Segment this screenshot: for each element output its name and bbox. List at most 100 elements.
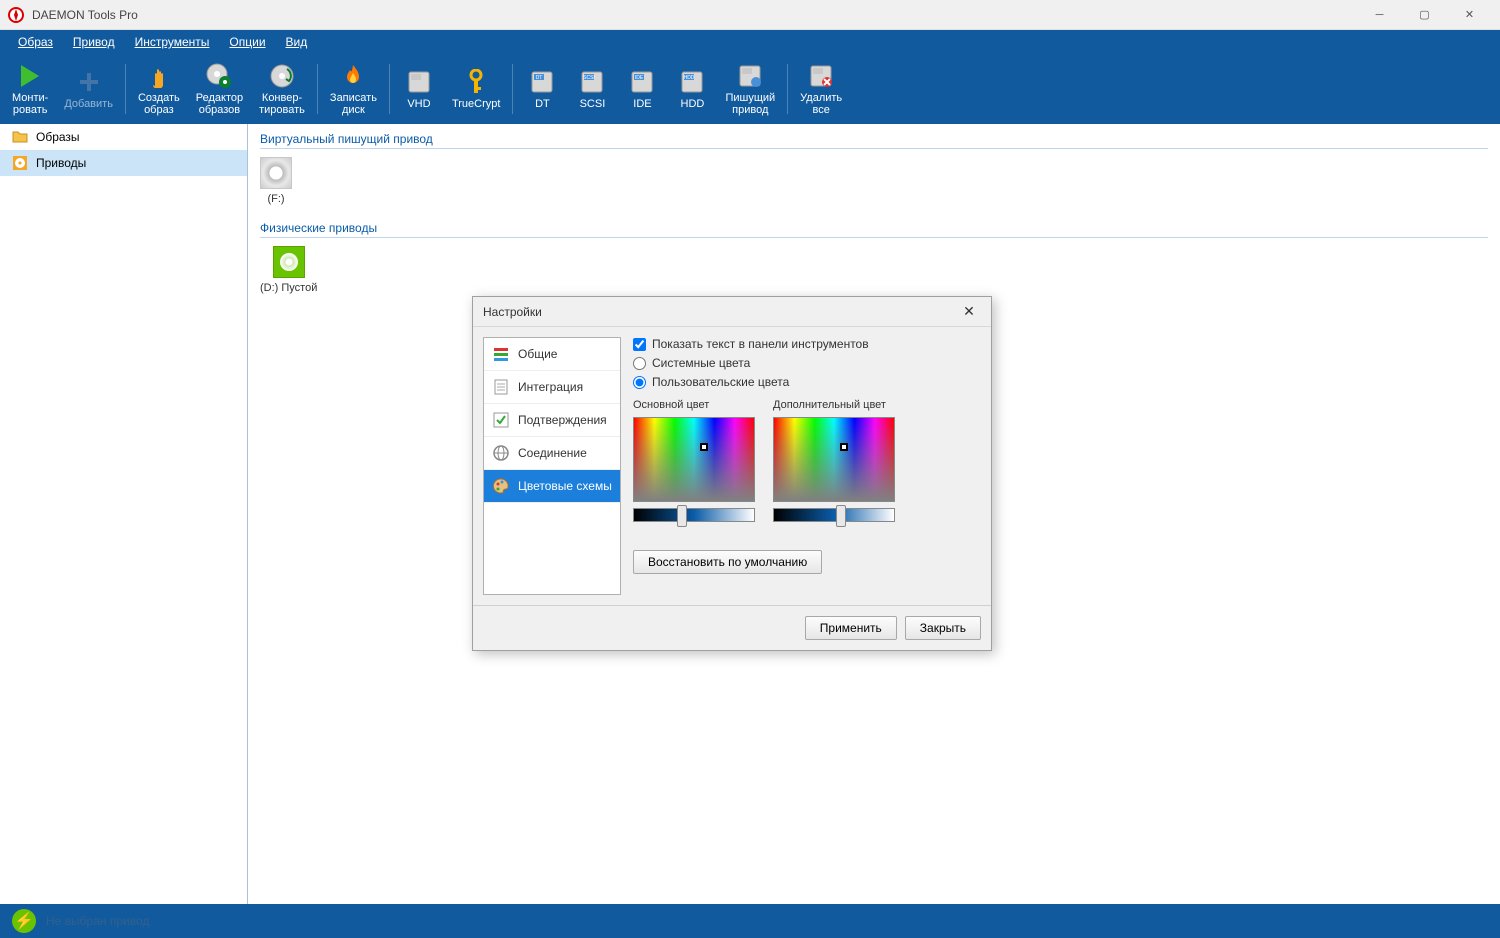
toolbar-hdd-scsi-button[interactable]: SCSI SCSI [567,56,617,122]
secondary-color-label: Дополнительный цвет [773,399,895,411]
svg-text:HDD: HDD [684,75,695,81]
check-icon [492,411,510,429]
toolbar-separator [389,64,390,114]
toolbar-hdd-del-button[interactable]: Удалить все [792,56,850,122]
disc-gear-icon [205,62,233,90]
toolbar: Монти- роватьДобавитьСоздать образ Редакт… [0,54,1500,124]
disc-icon [12,155,28,171]
picker-marker[interactable] [700,443,708,451]
drive-label: (D:) Пустой [260,282,317,294]
toolbar-play-button[interactable]: Монти- ровать [4,56,56,122]
sidebar-label: Приводы [36,156,86,170]
custom-colors-radio[interactable]: Пользовательские цвета [633,375,981,389]
toolbar-separator [317,64,318,114]
dialog-titlebar: Настройки ✕ [473,297,991,327]
toolbar-label: Редактор образов [196,92,243,116]
flame-icon [339,62,367,90]
titlebar: DAEMON Tools Pro ─ ▢ ✕ [0,0,1500,30]
toolbar-hdd-button[interactable]: VHD [394,56,444,122]
toolbar-text-checkbox[interactable]: Показать текст в панели инструментов [633,337,981,351]
slider-thumb[interactable] [677,505,687,527]
virtual-drive-f[interactable]: (F:) [260,157,292,205]
dialog-nav-palette[interactable]: Цветовые схемы [484,470,620,503]
hdd-dt-icon: DT [528,68,556,96]
toolbar-disc-gear-button[interactable]: Редактор образов [188,56,251,122]
menu-options[interactable]: Опции [219,31,275,53]
svg-text:DT: DT [536,75,543,81]
toolbar-plus-button: Добавить [56,56,121,122]
status-text: Не выбран привод [46,914,149,928]
toolbar-hdd-write-button[interactable]: Пишущий привод [717,56,783,122]
physical-drive-d[interactable]: (D:) Пустой [260,246,317,294]
toolbar-label: DT [535,98,550,110]
svg-text:SCSI: SCSI [584,75,596,81]
dialog-nav: Общие Интеграция Подтверждения Соединение Цв… [483,337,621,595]
toolbar-hdd-hdd-button[interactable]: HDD HDD [667,56,717,122]
sidebar-item-disc[interactable]: Приводы [0,150,247,176]
sidebar-label: Образы [36,130,80,144]
play-icon [16,62,44,90]
hdd-scsi-icon: SCSI [578,68,606,96]
statusbar: ⚡ Не выбран привод [0,904,1500,938]
system-colors-radio[interactable]: Системные цвета [633,356,981,370]
disc-icon [260,157,292,189]
menu-image[interactable]: Образ [8,31,63,53]
radio-input[interactable] [633,376,646,389]
section-physical-header: Физические приводы [260,221,1488,238]
apply-button[interactable]: Применить [805,616,897,640]
checkbox-input[interactable] [633,338,646,351]
dialog-nav-doc[interactable]: Интеграция [484,371,620,404]
close-button[interactable]: Закрыть [905,616,981,640]
toolbar-key-button[interactable]: TrueCrypt [444,56,509,122]
section-virtual-header: Виртуальный пишущий привод [260,132,1488,149]
palette-icon [492,477,510,495]
dialog-nav-label: Подтверждения [518,413,607,427]
toolbar-flame-button[interactable]: Записать диск [322,56,385,122]
toolbar-label: Удалить все [800,92,842,116]
restore-defaults-button[interactable]: Восстановить по умолчанию [633,550,822,574]
toolbar-hand-button[interactable]: Создать образ [130,56,188,122]
disc-icon [273,246,305,278]
dialog-nav-label: Цветовые схемы [518,479,612,493]
radio-input[interactable] [633,357,646,370]
dialog-nav-label: Интеграция [518,380,583,394]
dialog-nav-check[interactable]: Подтверждения [484,404,620,437]
toolbar-hdd-ide-button[interactable]: IDE IDE [617,56,667,122]
dialog-nav-sliders[interactable]: Общие [484,338,620,371]
secondary-color-picker[interactable] [773,417,895,502]
dialog-nav-globe[interactable]: Соединение [484,437,620,470]
primary-color-picker[interactable] [633,417,755,502]
toolbar-label: Пишущий привод [725,92,775,116]
settings-dialog: Настройки ✕ Общие Интеграция Подтверждения… [472,296,992,651]
sidebar-item-folder[interactable]: Образы [0,124,247,150]
toolbar-label: VHD [407,98,430,110]
menubar: Образ Привод Инструменты Опции Вид [0,30,1500,54]
maximize-button[interactable]: ▢ [1402,0,1447,30]
picker-marker[interactable] [840,443,848,451]
app-icon [8,7,24,23]
toolbar-disc-loop-button[interactable]: Конвер- тировать [251,56,313,122]
primary-lightness-slider[interactable] [633,508,755,522]
folder-icon [12,129,28,145]
dialog-nav-label: Соединение [518,446,587,460]
dialog-close-button[interactable]: ✕ [957,303,981,320]
dialog-nav-label: Общие [518,347,557,361]
close-button[interactable]: ✕ [1447,0,1492,30]
hdd-del-icon [807,62,835,90]
bolt-icon: ⚡ [12,909,36,933]
toolbar-label: SCSI [580,98,606,110]
secondary-lightness-slider[interactable] [773,508,895,522]
svg-text:IDE: IDE [635,75,644,81]
slider-thumb[interactable] [836,505,846,527]
minimize-button[interactable]: ─ [1357,0,1402,30]
toolbar-separator [125,64,126,114]
key-icon [462,68,490,96]
menu-view[interactable]: Вид [276,31,318,53]
menu-tools[interactable]: Инструменты [125,31,220,53]
toolbar-hdd-dt-button[interactable]: DT DT [517,56,567,122]
disc-loop-icon [268,62,296,90]
toolbar-label: IDE [633,98,651,110]
sidebar: Образы Приводы [0,124,248,904]
toolbar-label: HDD [681,98,705,110]
menu-drive[interactable]: Привод [63,31,125,53]
